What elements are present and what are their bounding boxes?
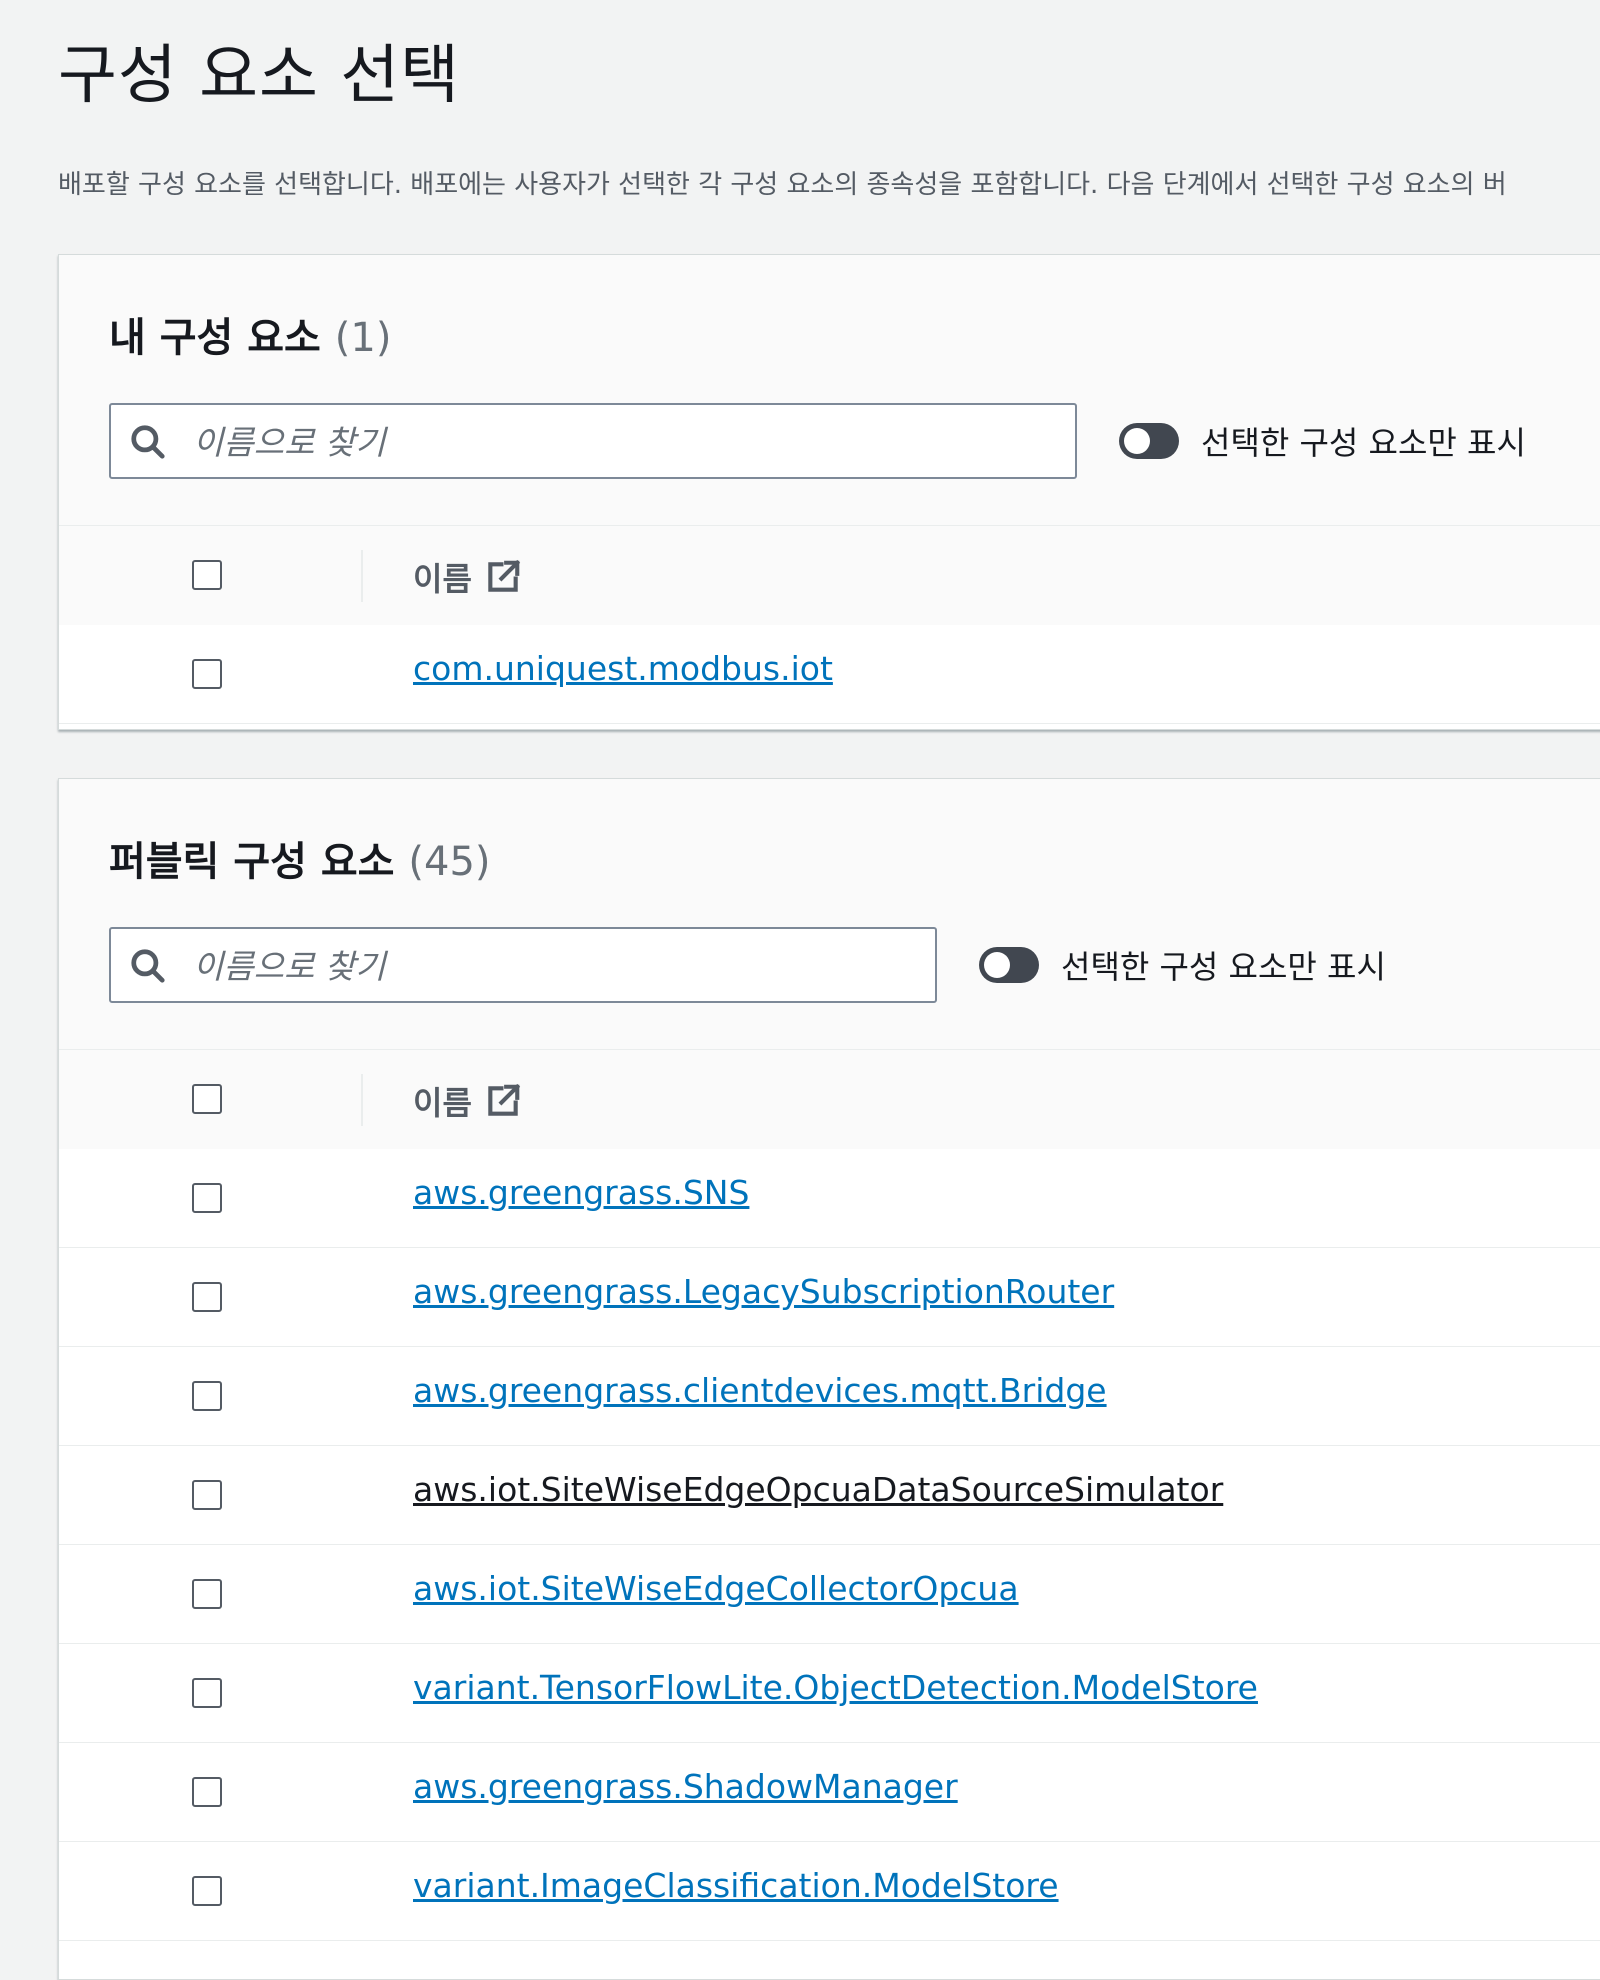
public-components-panel: 퍼블릭 구성 요소 (45) 선택한 구성 요소만 표시 이름 aws.gree…	[58, 778, 1600, 1980]
page-description: 배포할 구성 요소를 선택합니다. 배포에는 사용자가 선택한 각 구성 요소의…	[58, 170, 1507, 200]
row-checkbox[interactable]	[192, 659, 222, 689]
external-link-icon	[488, 1083, 521, 1116]
select-all-checkbox[interactable]	[192, 560, 222, 590]
my-components-count: (1)	[334, 315, 392, 361]
my-components-selected-toggle-wrap: 선택한 구성 요소만 표시	[1119, 403, 1526, 479]
column-header-name-label: 이름	[413, 560, 472, 598]
row-checkbox[interactable]	[192, 1876, 222, 1906]
public-components-header: 퍼블릭 구성 요소 (45) 선택한 구성 요소만 표시	[59, 779, 1600, 1049]
public-components-selected-toggle[interactable]	[979, 947, 1039, 983]
table-row: com.uniquest.modbus.iot	[59, 625, 1600, 724]
my-components-search-input[interactable]	[191, 413, 1063, 471]
column-divider	[361, 550, 363, 602]
public-components-selected-toggle-wrap: 선택한 구성 요소만 표시	[979, 927, 1386, 1003]
component-link[interactable]: aws.greengrass.ShadowManager	[413, 1767, 958, 1806]
search-icon	[131, 949, 165, 983]
component-link[interactable]: aws.greengrass.SNS	[413, 1173, 749, 1212]
component-link[interactable]: aws.greengrass.LegacySubscriptionRouter	[413, 1272, 1114, 1311]
table-row: variant.ImageClassification.ModelStore	[59, 1842, 1600, 1941]
row-checkbox[interactable]	[192, 1777, 222, 1807]
row-checkbox[interactable]	[192, 1183, 222, 1213]
table-row: aws.greengrass.SNS	[59, 1149, 1600, 1248]
table-row: variant.TensorFlowLite.ObjectDetection.M…	[59, 1644, 1600, 1743]
my-components-table-header: 이름	[59, 525, 1600, 627]
my-components-title: 내 구성 요소 (1)	[109, 305, 391, 363]
public-components-table-header: 이름	[59, 1049, 1600, 1151]
public-components-toggle-label: 선택한 구성 요소만 표시	[1061, 948, 1386, 986]
public-components-search[interactable]	[109, 927, 937, 1003]
toggle-knob	[1124, 428, 1150, 454]
row-checkbox[interactable]	[192, 1678, 222, 1708]
component-link[interactable]: variant.ImageClassification.ModelStore	[413, 1866, 1059, 1905]
table-row: aws.iot.SiteWiseEdgeOpcuaDataSourceSimul…	[59, 1446, 1600, 1545]
external-link-icon	[488, 559, 521, 592]
row-checkbox[interactable]	[192, 1381, 222, 1411]
public-components-search-input[interactable]	[191, 937, 923, 995]
my-components-panel: 내 구성 요소 (1) 선택한 구성 요소만 표시 이름 com.uniques…	[58, 254, 1600, 730]
component-link[interactable]: aws.iot.SiteWiseEdgeOpcuaDataSourceSimul…	[413, 1470, 1223, 1509]
column-header-name[interactable]: 이름	[413, 1078, 522, 1124]
select-all-checkbox[interactable]	[192, 1084, 222, 1114]
component-link[interactable]: aws.iot.SiteWiseEdgeCollectorOpcua	[413, 1569, 1019, 1608]
search-icon	[131, 425, 165, 459]
column-header-name-label: 이름	[413, 1084, 472, 1122]
my-components-selected-toggle[interactable]	[1119, 423, 1179, 459]
table-row: aws.greengrass.LegacySubscriptionRouter	[59, 1248, 1600, 1347]
component-link[interactable]: com.uniquest.modbus.iot	[413, 649, 833, 688]
table-row: aws.greengrass.ShadowManager	[59, 1743, 1600, 1842]
page-title: 구성 요소 선택	[58, 39, 460, 113]
table-row: aws.greengrass.clientdevices.mqtt.Bridge	[59, 1347, 1600, 1446]
public-components-title: 퍼블릭 구성 요소 (45)	[109, 829, 491, 887]
my-components-header: 내 구성 요소 (1) 선택한 구성 요소만 표시	[59, 255, 1600, 525]
my-components-title-text: 내 구성 요소	[109, 315, 321, 361]
row-checkbox[interactable]	[192, 1480, 222, 1510]
public-components-title-text: 퍼블릭 구성 요소	[109, 839, 395, 885]
table-row: aws.iot.SiteWiseEdgeCollectorOpcua	[59, 1545, 1600, 1644]
my-components-search[interactable]	[109, 403, 1077, 479]
row-checkbox[interactable]	[192, 1282, 222, 1312]
column-header-name[interactable]: 이름	[413, 554, 522, 600]
column-divider	[361, 1074, 363, 1126]
row-checkbox[interactable]	[192, 1579, 222, 1609]
component-link[interactable]: variant.TensorFlowLite.ObjectDetection.M…	[413, 1668, 1258, 1707]
my-components-toggle-label: 선택한 구성 요소만 표시	[1201, 424, 1526, 462]
public-components-count: (45)	[408, 839, 491, 885]
component-link[interactable]: aws.greengrass.clientdevices.mqtt.Bridge	[413, 1371, 1107, 1410]
toggle-knob	[984, 952, 1010, 978]
